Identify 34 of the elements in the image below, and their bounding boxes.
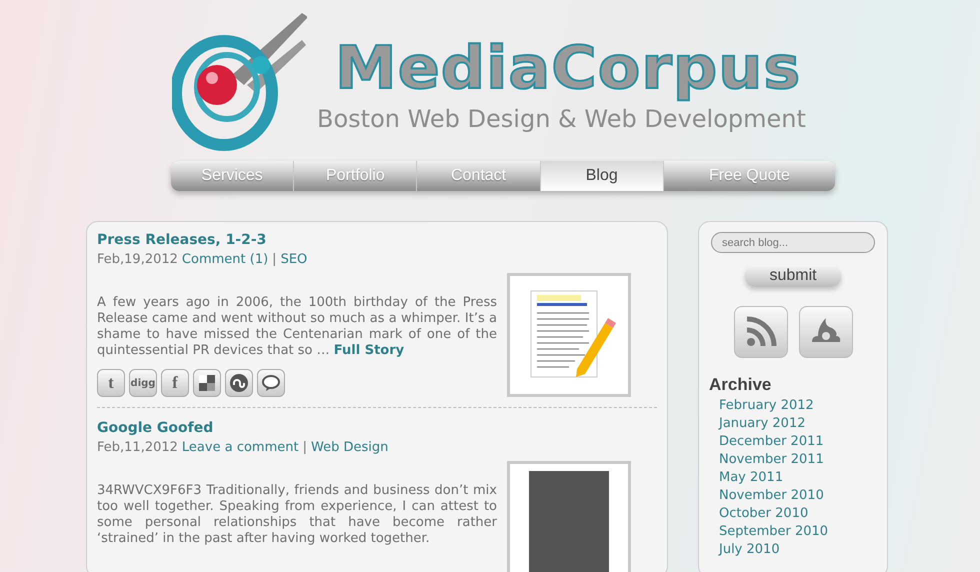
post-date: Feb,11,2012 xyxy=(97,440,178,455)
rss-icon[interactable] xyxy=(734,306,788,358)
post-excerpt: 34RWVCX9F6F3 Traditionally, friends and business don’t mix too well together. Speaking from experience, I can attest to some personal relationships that have become rather ‘strained’ in the past after having worked together. xyxy=(97,483,497,547)
digg-icon[interactable]: digg xyxy=(129,369,157,397)
flame-icon[interactable] xyxy=(798,306,852,358)
post-date: Feb,19,2012 xyxy=(97,252,178,267)
category-link[interactable]: SEO xyxy=(280,252,308,267)
archive-link[interactable]: May 2011 xyxy=(719,469,828,487)
nav-tab[interactable]: Blog xyxy=(540,161,664,191)
post-title[interactable]: Press Releases, 1-2-3 xyxy=(97,232,657,248)
meta-separator: | xyxy=(272,252,277,267)
squares-icon[interactable] xyxy=(193,369,221,397)
archive-link[interactable]: September 2010 xyxy=(719,523,828,541)
meta-separator: | xyxy=(302,440,307,455)
category-link[interactable]: Web Design xyxy=(310,440,388,455)
archive-link[interactable]: November 2010 xyxy=(719,487,828,505)
archive-link[interactable]: December 2011 xyxy=(719,433,828,451)
speech-bubble-icon[interactable] xyxy=(257,369,285,397)
archive-link[interactable]: July 2010 xyxy=(719,541,828,559)
twitter-icon[interactable]: t xyxy=(97,369,125,397)
archive-link[interactable]: November 2011 xyxy=(719,451,828,469)
tagline: Boston Web Design & Web Development xyxy=(317,105,806,133)
submit-button[interactable]: submit xyxy=(745,265,841,287)
post-title[interactable]: Google Goofed xyxy=(97,420,657,436)
archive-link[interactable]: January 2012 xyxy=(719,415,828,433)
archive-link[interactable]: February 2012 xyxy=(719,397,828,415)
full-story-link[interactable]: Full Story xyxy=(334,343,404,358)
search-field[interactable]: search blog... xyxy=(711,232,875,253)
facebook-icon[interactable]: f xyxy=(161,369,189,397)
comments-link[interactable]: Comment (1) xyxy=(182,252,268,267)
comments-link[interactable]: Leave a comment xyxy=(182,440,299,455)
archive-heading: Archive xyxy=(709,375,772,395)
archive-link[interactable]: October 2010 xyxy=(719,505,828,523)
post-excerpt: A few years ago in 2006, the 100th birthday of the Press Release came and went without so much as a whimper. It’s a shame to have missed the Centenarian mark of one of the quintessential PR devices that so … Full Story xyxy=(97,295,497,359)
